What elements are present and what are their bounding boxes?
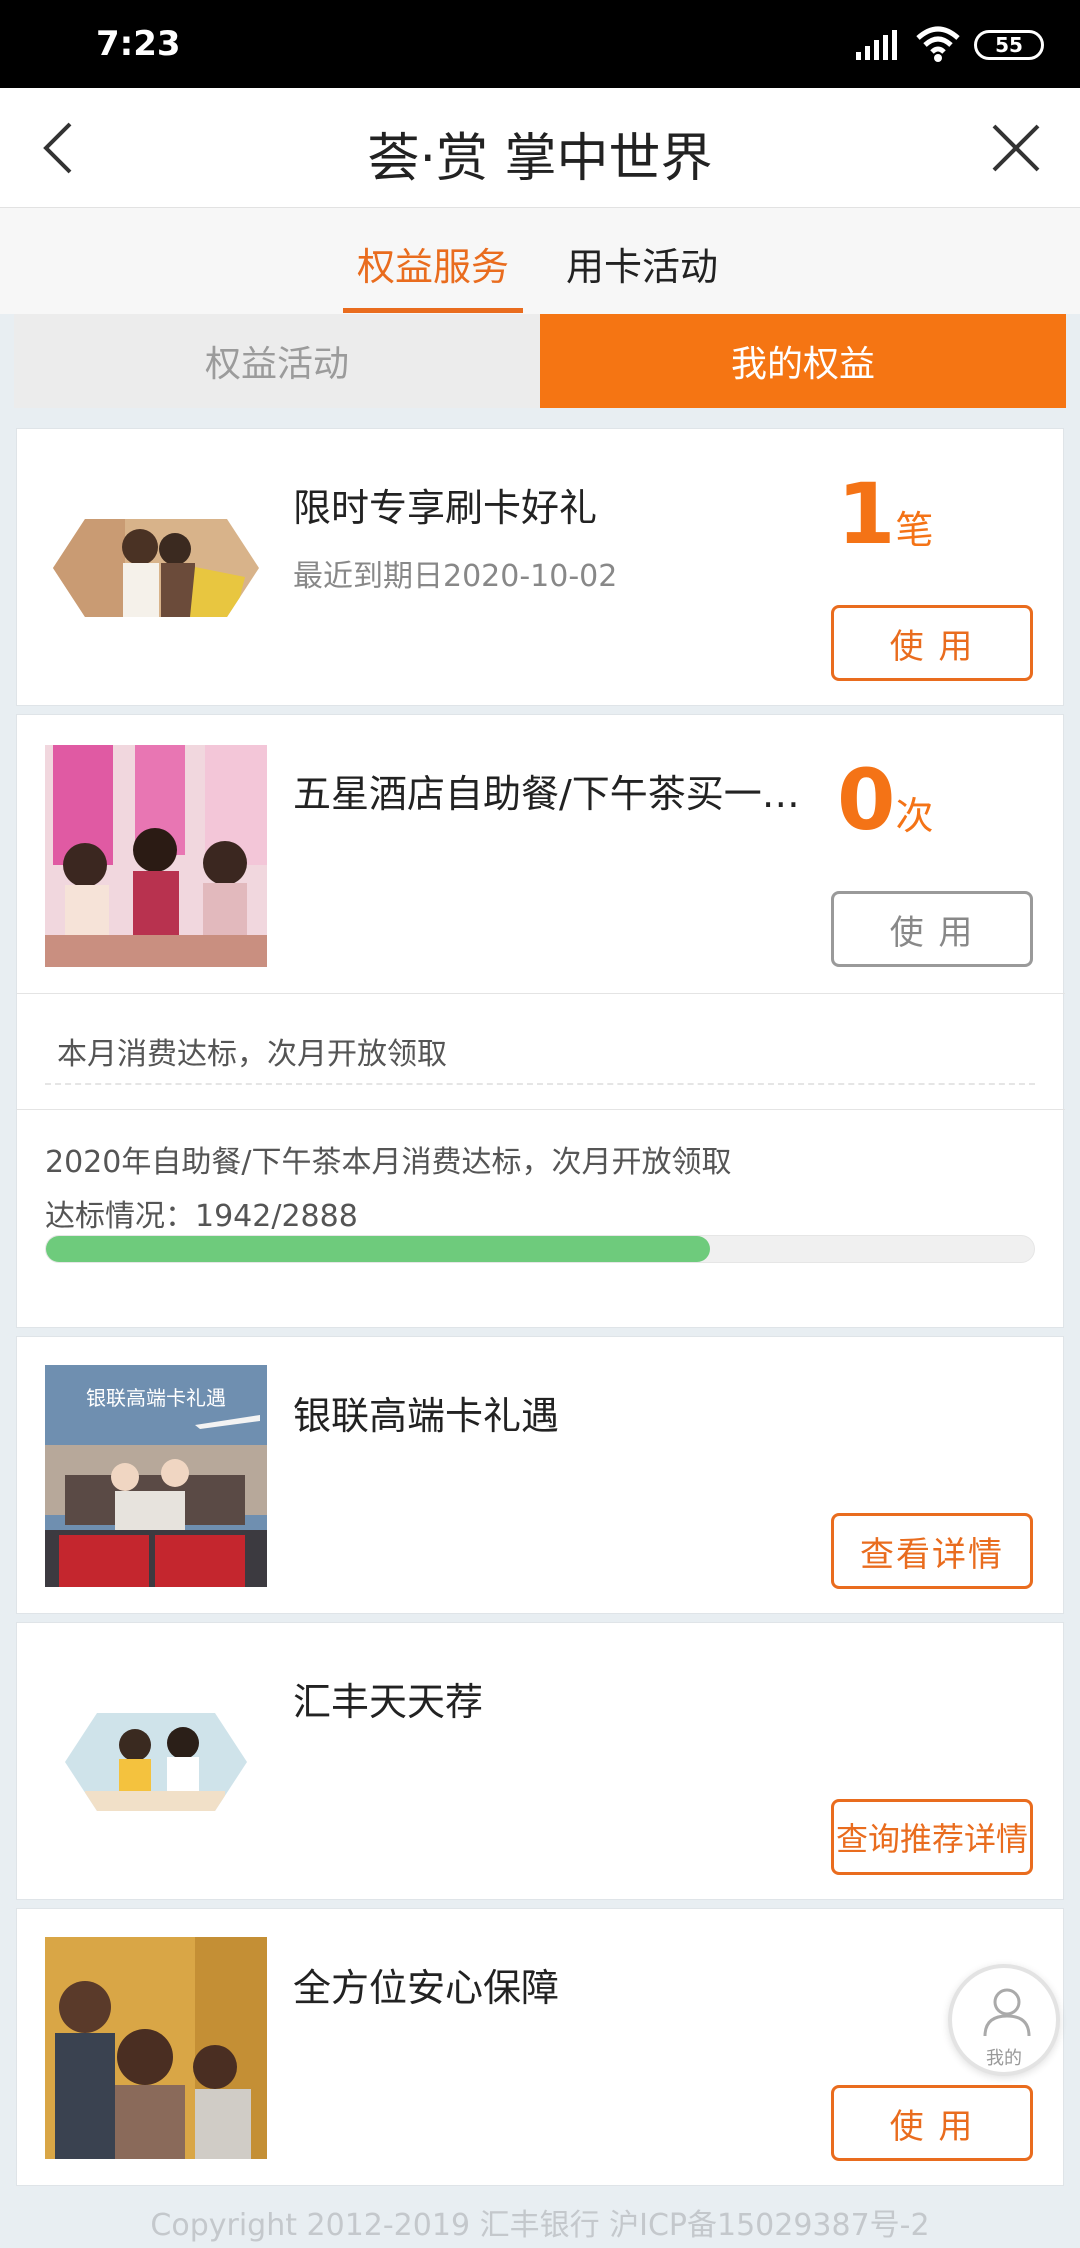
wifi-icon — [916, 26, 960, 62]
dashed-divider — [45, 1083, 1035, 1085]
use-button[interactable]: 使 用 — [831, 2085, 1033, 2161]
buffet-thumbnail — [45, 745, 267, 967]
progress-fill — [46, 1236, 710, 1262]
remaining-count: 1笔 — [837, 465, 933, 563]
gift-thumbnail — [53, 519, 259, 617]
card-buffet: 五星酒店自助餐/下午茶买一… 0次 使 用 本月消费达标，次月开放领取 2020… — [16, 714, 1065, 1328]
card-unionpay: 银联高端卡礼遇 银联高端卡礼遇 查看详情 — [16, 1336, 1064, 1614]
count-unit: 笔 — [895, 508, 934, 552]
segment-rights-activity[interactable]: 权益活动 — [14, 314, 540, 408]
user-icon — [983, 1988, 1031, 2037]
card-title: 汇丰天天荐 — [293, 1680, 484, 1724]
card-title: 银联高端卡礼遇 — [293, 1394, 560, 1438]
eligibility-note: 本月消费达标，次月开放领取 — [57, 1037, 447, 1072]
card-expiry: 最近到期日2020-10-02 — [293, 559, 618, 594]
card-hsbc-referral: 汇丰天天荐 查询推荐详情 — [16, 1622, 1064, 1900]
count-number: 1 — [837, 465, 896, 563]
close-icon[interactable] — [988, 120, 1044, 176]
view-details-button[interactable]: 查看详情 — [831, 1513, 1033, 1589]
use-button[interactable]: 使 用 — [831, 605, 1033, 681]
segment-my-rights[interactable]: 我的权益 — [540, 314, 1066, 408]
status-time: 7:23 — [96, 24, 181, 64]
count-unit: 次 — [895, 794, 934, 838]
segment-control: 权益活动 我的权益 — [14, 314, 1066, 408]
card-title: 五星酒店自助餐/下午茶买一… — [293, 772, 800, 816]
app-header: 荟·赏 掌中世界 — [0, 88, 1080, 208]
unionpay-thumbnail: 银联高端卡礼遇 — [45, 1365, 267, 1587]
use-button-disabled[interactable]: 使 用 — [831, 891, 1033, 967]
card-title: 限时专享刷卡好礼 — [293, 486, 598, 530]
unionpay-image-text: 银联高端卡礼遇 — [86, 1386, 226, 1410]
status-bar: 7:23 55 — [0, 0, 1080, 88]
divider — [17, 1109, 1065, 1110]
count-number: 0 — [837, 751, 896, 849]
battery-icon: 55 — [974, 30, 1044, 60]
progress-label: 达标情况：1942/2888 — [45, 1199, 358, 1234]
page-title: 荟·赏 掌中世界 — [367, 129, 713, 189]
signal-icon — [856, 30, 897, 60]
my-floating-button[interactable]: 我的 — [948, 1964, 1060, 2076]
hsbc-referral-thumbnail — [65, 1713, 247, 1811]
copyright-footer: Copyright 2012-2019 汇丰银行 沪ICP备15029387号-… — [150, 2208, 930, 2243]
tab-card-activity[interactable]: 用卡活动 — [566, 236, 718, 291]
tab-rights-service[interactable]: 权益服务 — [357, 236, 509, 291]
progress-description: 2020年自助餐/下午茶本月消费达标，次月开放领取 — [45, 1145, 732, 1180]
fab-label: 我的 — [986, 2048, 1022, 2069]
referral-details-button[interactable]: 查询推荐详情 — [831, 1799, 1033, 1875]
top-tabs: 权益服务 用卡活动 — [0, 208, 1080, 314]
back-icon[interactable] — [34, 118, 84, 178]
card-title: 全方位安心保障 — [293, 1966, 560, 2010]
card-swipe-gift: 限时专享刷卡好礼 最近到期日2020-10-02 1笔 使 用 — [16, 428, 1064, 706]
active-tab-indicator — [343, 308, 523, 313]
insurance-thumbnail — [45, 1937, 267, 2159]
divider — [17, 993, 1065, 994]
card-insurance: 全方位安心保障 使 用 — [16, 1908, 1064, 2186]
remaining-count: 0次 — [837, 751, 933, 849]
progress-bar — [45, 1235, 1035, 1263]
